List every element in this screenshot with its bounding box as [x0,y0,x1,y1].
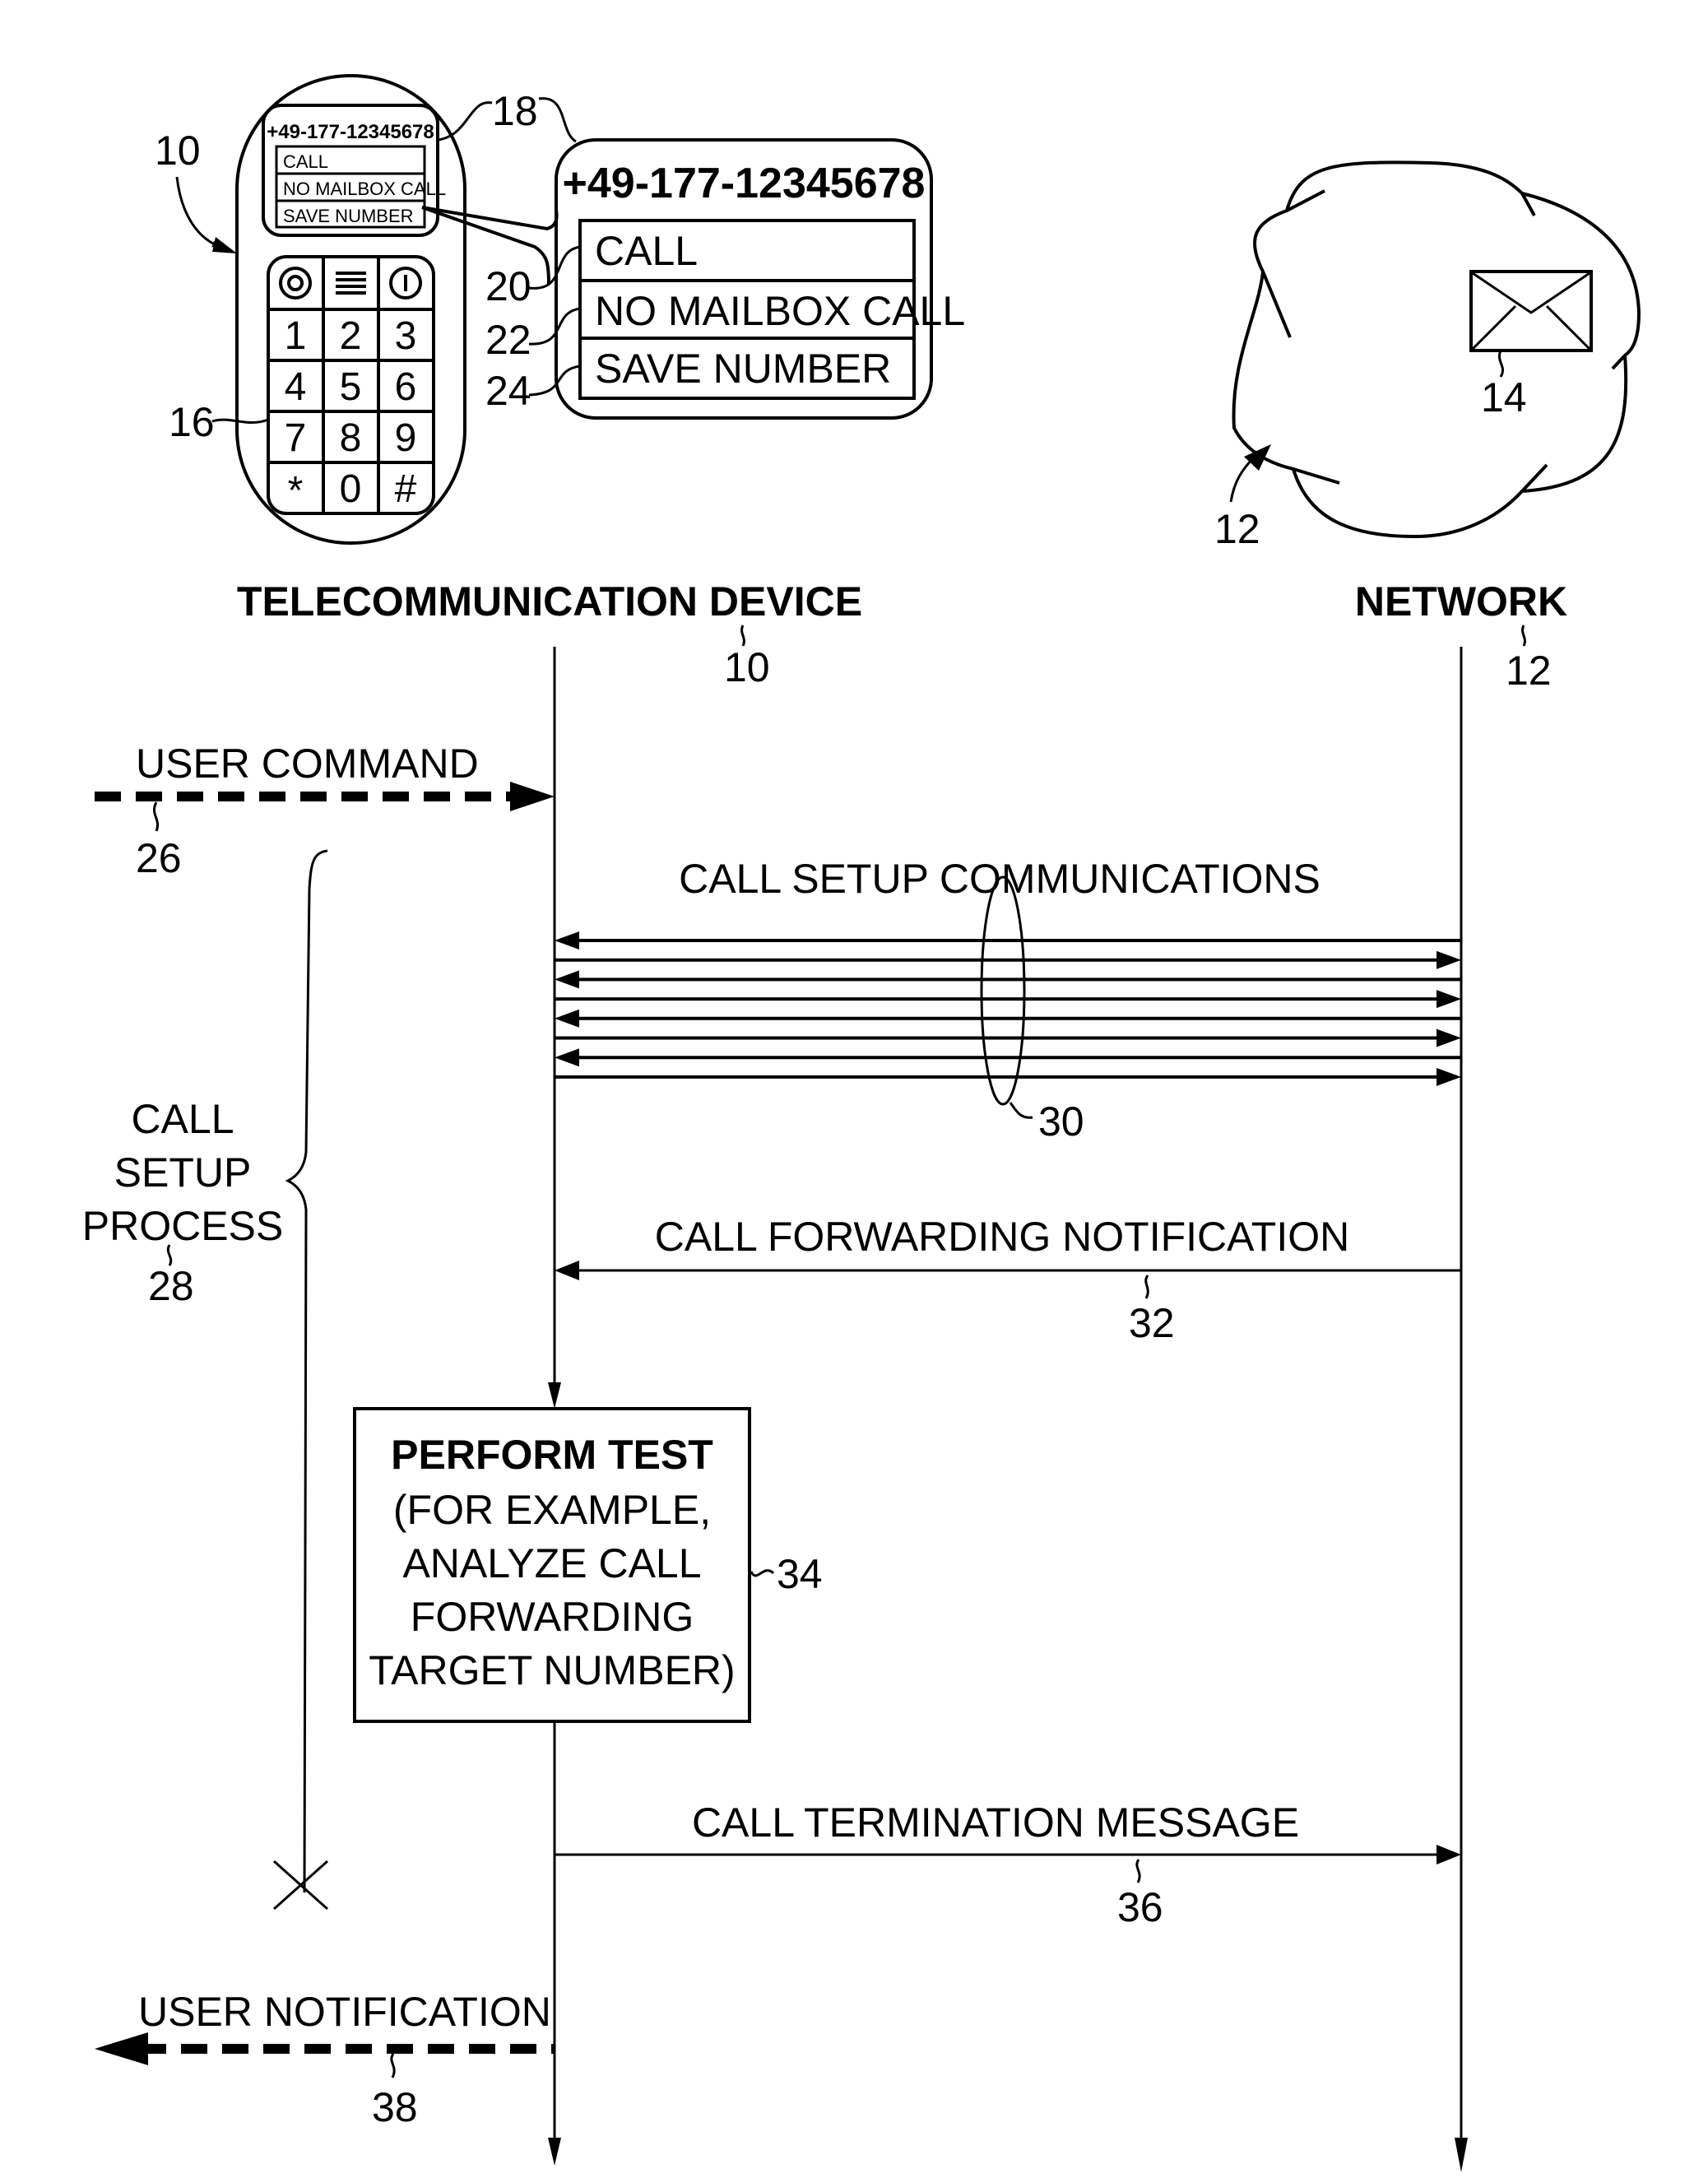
ref-label: 26 [136,835,182,881]
test-line: ANALYZE CALL [402,1540,701,1586]
ref-label: 12 [1506,648,1552,694]
ref-label: 12 [1214,506,1260,552]
phone-screen-number: +49-177-12345678 [267,121,434,143]
callout-number: +49-177-12345678 [563,160,926,207]
phone-menu-item[interactable]: SAVE NUMBER [283,206,414,226]
arrowhead [1436,1029,1461,1047]
device-lifeline-label: TELECOMMUNICATION DEVICE [237,578,862,625]
ref-label: 10 [155,128,201,174]
key-4[interactable]: 4 [285,365,307,409]
ref-label: 22 [485,317,531,363]
user-command-label: USER COMMAND [136,741,479,787]
network-cloud: 14 12 [1214,160,1641,552]
arrowhead [555,1009,579,1028]
key-0[interactable]: 0 [340,467,362,511]
target-icon[interactable] [279,267,312,300]
process-label-line: PROCESS [82,1203,284,1249]
call-setup-grouping-ellipse [980,875,1026,1106]
phone-menu-item[interactable]: CALL [283,151,328,172]
process-label-line: CALL [131,1096,234,1142]
ref-label: 14 [1481,374,1527,420]
ref-label: 28 [148,1263,194,1309]
arrowhead [555,970,579,989]
screen-callout: +49-177-12345678 CALL NO MAILBOX CALL SA… [485,138,965,420]
ref-label: 24 [485,368,531,414]
callout-menu-call[interactable]: CALL [595,228,698,274]
key-5[interactable]: 5 [340,365,362,409]
callout-menu-no-mailbox-call[interactable]: NO MAILBOX CALL [595,288,965,334]
arrowhead [555,931,579,950]
test-title: PERFORM TEST [391,1432,713,1478]
telecommunication-device-illustration: +49-177-12345678 CALL NO MAILBOX CALL SA… [155,74,577,545]
key-1[interactable]: 1 [285,314,307,358]
envelope-icon [1469,270,1593,352]
arrowhead [1436,1067,1461,1086]
test-line: FORWARDING [411,1594,694,1640]
key-hash[interactable]: # [395,467,417,511]
ref-label: 30 [1038,1098,1084,1145]
sequence-diagram: +49-177-12345678 CALL NO MAILBOX CALL SA… [82,74,1641,2172]
ref-label: 34 [777,1551,823,1597]
key-2[interactable]: 2 [340,314,362,358]
key-7[interactable]: 7 [285,416,307,460]
network-lifeline-label: NETWORK [1355,578,1567,625]
callout-menu-save-number[interactable]: SAVE NUMBER [595,346,891,392]
arrowhead [1436,950,1461,969]
key-star[interactable]: * [288,469,304,513]
ref-label: 18 [492,88,538,134]
key-9[interactable]: 9 [395,416,417,460]
process-end-marker [273,1860,328,1911]
power-icon[interactable] [389,267,422,300]
phone-menu-item[interactable]: NO MAILBOX CALL [283,179,446,199]
key-8[interactable]: 8 [340,416,362,460]
test-line: TARGET NUMBER) [369,1647,735,1693]
key-6[interactable]: 6 [395,365,417,409]
ref-label: 38 [372,2084,418,2130]
ref-label: 16 [169,399,215,445]
callout-connector [421,206,559,231]
test-line: (FOR EXAMPLE, [393,1487,711,1533]
process-label-line: SETUP [114,1149,252,1196]
key-3[interactable]: 3 [395,314,417,358]
ref-label: 32 [1129,1300,1175,1346]
arrowhead [1436,990,1461,1009]
call-setup-brace [285,849,328,1893]
ref-label: 20 [485,263,531,309]
call-termination-label: CALL TERMINATION MESSAGE [692,1800,1299,1846]
ref-label: 10 [724,644,770,690]
ref-label: 36 [1117,1884,1163,1930]
call-forwarding-label: CALL FORWARDING NOTIFICATION [655,1214,1349,1260]
menu-icon[interactable] [336,272,366,295]
ref-leader [175,176,221,248]
call-setup-arrows [555,931,1461,1086]
user-notification-label: USER NOTIFICATION [138,1989,551,2035]
arrowhead [555,1048,579,1067]
